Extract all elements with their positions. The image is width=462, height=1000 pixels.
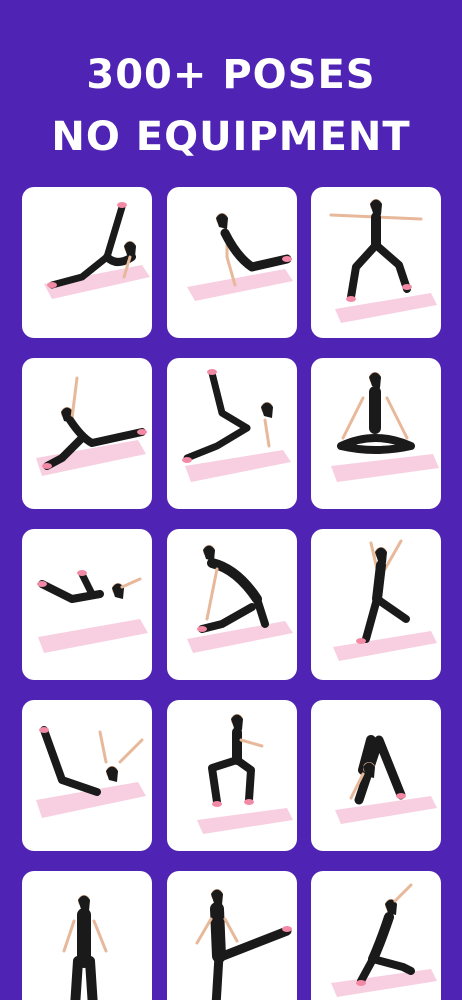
onboarding-screen: 300+ POSES NO EQUIPMENT <box>0 0 462 1000</box>
v-up-crunch-pose-icon <box>36 726 146 818</box>
warrior-two-pose-icon <box>329 199 437 323</box>
downward-dog-pose-icon <box>335 735 437 824</box>
lateral-lunge-stretch-pose-icon <box>36 376 147 476</box>
pose-card <box>166 358 297 509</box>
pose-card <box>166 529 297 680</box>
bicycle-crunch-pose-icon <box>37 570 148 653</box>
high-kick-pose-icon <box>195 889 292 1000</box>
split-leg-raise-pose-icon <box>44 202 150 299</box>
seated-meditation-pose-icon <box>331 372 439 482</box>
pose-card <box>22 187 152 338</box>
pose-card <box>22 529 152 680</box>
pose-card <box>311 187 441 338</box>
crescent-lunge-backbend-pose-icon <box>333 539 437 661</box>
pose-grid <box>22 187 441 1000</box>
headline-line-2: NO EQUIPMENT <box>51 114 411 160</box>
pose-card <box>311 700 441 851</box>
low-lunge-reach-pose-icon <box>331 883 437 997</box>
pose-card <box>22 700 152 851</box>
side-plank-pose-icon <box>186 213 293 301</box>
standing-pose-icon <box>62 895 108 1000</box>
headline-line-1: 300+ POSES <box>86 52 376 98</box>
reverse-table-leg-raise-pose-icon <box>181 369 291 482</box>
pose-card <box>166 187 297 338</box>
pose-card <box>166 871 297 1000</box>
pose-card <box>22 871 152 1000</box>
pose-card <box>22 358 152 509</box>
headline: 300+ POSES NO EQUIPMENT <box>0 44 462 168</box>
squat-pose-icon <box>196 714 293 834</box>
pose-card <box>166 700 297 851</box>
pose-card <box>311 358 441 509</box>
pose-card <box>311 529 441 680</box>
twisted-lunge-pose-icon <box>186 545 293 653</box>
pose-card <box>311 871 441 1000</box>
